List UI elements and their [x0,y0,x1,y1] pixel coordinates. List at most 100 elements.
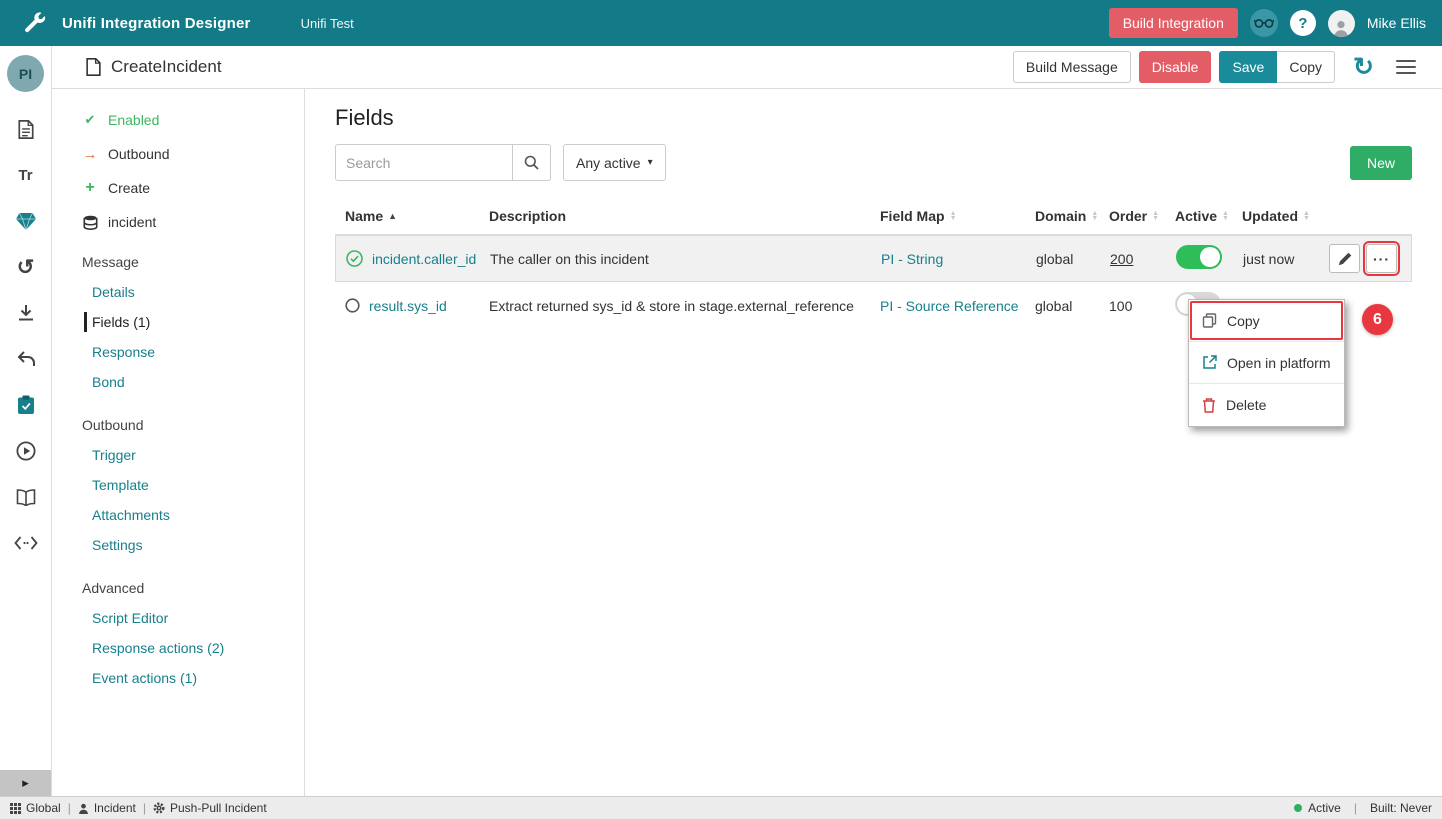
integration-avatar[interactable]: PI [7,55,44,92]
nav-panel: ✔ Enabled → Outbound + Create incident M… [52,89,305,796]
more-button[interactable]: ··· [1366,244,1397,273]
ellipsis-icon: ··· [1373,251,1390,267]
menu-button[interactable] [1396,60,1416,74]
sidebar-collapse-button[interactable]: ▸ [0,770,51,796]
document-icon[interactable] [13,116,39,142]
menu-item-copy[interactable]: Copy [1189,300,1344,342]
build-integration-button[interactable]: Build Integration [1109,8,1238,38]
statusbar-item-push-pull[interactable]: Push-Pull Incident [153,801,267,815]
nav-item-outbound[interactable]: → Outbound [82,137,304,171]
statusbar-item-incident[interactable]: Incident [78,801,136,815]
sort-both-icon: ▲▼ [1152,211,1159,221]
external-link-icon [1202,355,1217,370]
description-cell: The caller on this incident [482,251,873,267]
statusbar-right: Active | Built: Never [1294,801,1432,815]
gear-icon [153,802,165,814]
page-title: CreateIncident [111,57,222,77]
undo-icon[interactable] [13,346,39,372]
order-cell: 200 [1102,251,1168,267]
nav-section-outbound: Outbound Trigger Template Attachments Se… [82,410,304,560]
sort-both-icon: ▲▼ [1222,211,1229,221]
user-avatar[interactable] [1328,10,1355,37]
refresh-icon[interactable]: ↻ [1353,55,1374,80]
text-format-icon[interactable]: Tr [13,162,39,188]
nav-item-attachments[interactable]: Attachments [82,500,304,530]
save-copy-group: Save Copy [1219,51,1335,83]
book-icon[interactable] [13,484,39,510]
menu-item-open-in-platform[interactable]: Open in platform [1189,342,1344,384]
nav-item-trigger[interactable]: Trigger [82,440,304,470]
column-label: Field Map [880,208,945,224]
active-toggle-on[interactable] [1176,245,1222,269]
nav-item-settings[interactable]: Settings [82,530,304,560]
column-header-field-map[interactable]: Field Map ▲▼ [872,208,1027,224]
save-button[interactable]: Save [1219,51,1277,83]
annotation-step-badge: 6 [1362,304,1393,335]
nav-item-incident[interactable]: incident [82,205,304,239]
nav-label: Create [108,180,150,196]
search-input[interactable] [335,144,513,181]
column-header-description[interactable]: Description [481,208,872,224]
active-dot-icon [1294,804,1302,812]
column-header-name[interactable]: Name ▲ [335,208,481,224]
gem-icon[interactable] [13,208,39,234]
nav-item-event-actions[interactable]: Event actions (1) [82,663,304,693]
rail-icons: Tr ↺ [13,116,39,556]
user-name: Mike Ellis [1367,15,1426,31]
download-icon[interactable] [13,300,39,326]
statusbar-item-global[interactable]: Global [10,801,61,815]
built-status-label: Built: Never [1370,801,1432,815]
play-circle-icon[interactable] [13,438,39,464]
sort-both-icon: ▲▼ [1091,211,1098,221]
nav-item-template[interactable]: Template [82,470,304,500]
nav-section-advanced: Advanced Script Editor Response actions … [82,573,304,693]
copy-button[interactable]: Copy [1277,51,1335,83]
disable-button[interactable]: Disable [1139,51,1212,83]
topbar-right: Build Integration ? Mike Ellis [1109,8,1426,38]
arrow-right-icon: → [82,146,98,163]
order-cell: 100 [1101,298,1167,314]
nav-item-create[interactable]: + Create [82,171,304,205]
nav-item-enabled[interactable]: ✔ Enabled [82,103,304,137]
domain-cell: global [1028,251,1102,267]
order-value: 100 [1109,298,1132,314]
description-cell: Extract returned sys_id & store in stage… [481,298,872,314]
column-header-active[interactable]: Active ▲▼ [1167,208,1234,224]
name-cell: incident.caller_id [336,250,482,267]
field-name-link[interactable]: result.sys_id [369,298,447,314]
person-icon [78,803,89,814]
sort-asc-icon: ▲ [388,211,397,221]
search-button[interactable] [513,144,551,181]
column-header-updated[interactable]: Updated ▲▼ [1234,208,1318,224]
menu-item-delete[interactable]: Delete [1189,384,1344,426]
history-icon[interactable]: ↺ [13,254,39,280]
help-icon[interactable]: ? [1290,10,1316,36]
build-message-button[interactable]: Build Message [1013,51,1131,83]
field-name-link[interactable]: incident.caller_id [372,251,476,267]
active-filter-dropdown[interactable]: Any active ▾ [563,144,666,181]
preview-glasses-icon[interactable] [1250,9,1278,37]
app-title: Unifi Integration Designer [62,15,251,32]
nav-item-bond[interactable]: Bond [82,367,304,397]
updated-cell: just now [1235,251,1319,267]
field-map-link[interactable]: PI - Source Reference [880,298,1019,314]
column-header-order[interactable]: Order ▲▼ [1101,208,1167,224]
nav-item-response[interactable]: Response [82,337,304,367]
icon-rail: PI Tr ↺ ▸ [0,46,52,796]
main-content: Fields Any active ▾ New Name ▲ Descripti… [305,89,1442,796]
nav-item-fields[interactable]: Fields (1) [82,307,304,337]
nav-item-response-actions[interactable]: Response actions (2) [82,633,304,663]
field-map-link[interactable]: PI - String [881,251,943,267]
code-icon[interactable] [13,530,39,556]
wrench-icon [24,12,46,34]
menu-label: Delete [1226,397,1266,413]
new-button[interactable]: New [1350,146,1412,180]
nav-item-details[interactable]: Details [82,277,304,307]
edit-button[interactable] [1329,244,1360,273]
tasks-icon[interactable] [13,392,39,418]
column-header-domain[interactable]: Domain ▲▼ [1027,208,1101,224]
table-header: Name ▲ Description Field Map ▲▼ Domain ▲… [335,199,1412,235]
database-icon [82,215,98,230]
nav-item-script-editor[interactable]: Script Editor [82,603,304,633]
filter-label: Any active [576,155,641,171]
